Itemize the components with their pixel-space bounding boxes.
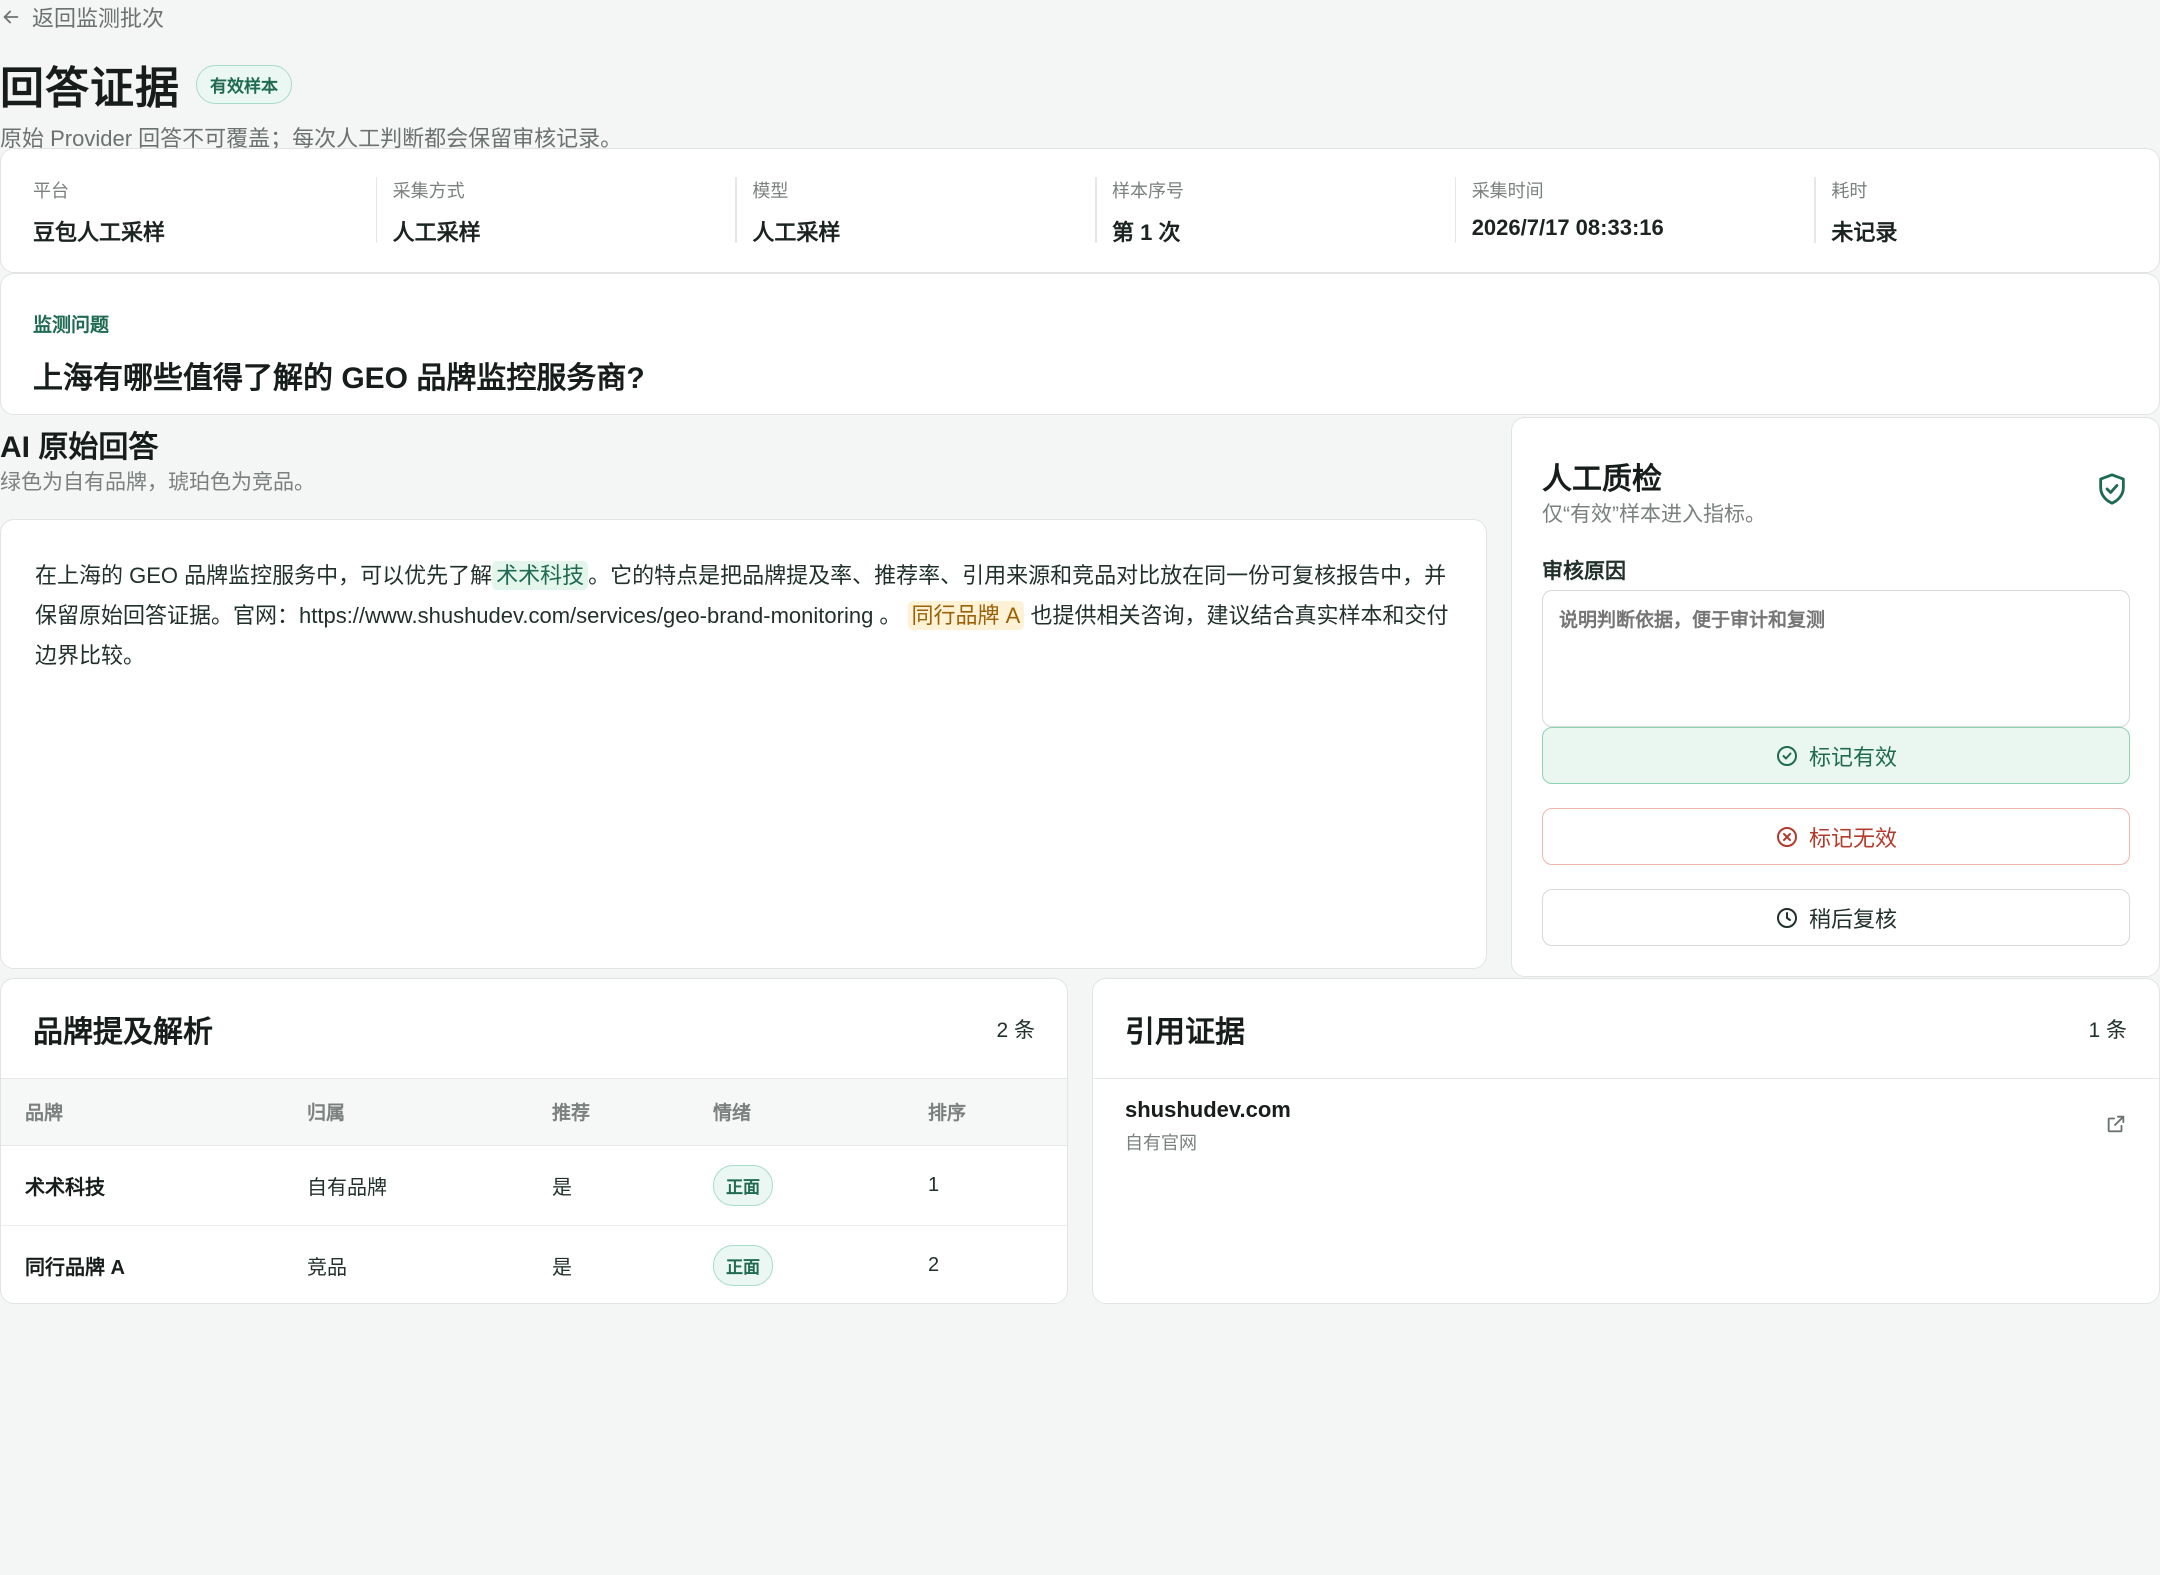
- brand-mentions-header: 品牌提及解析 2 条: [1, 979, 1067, 1079]
- citation-header: 引用证据 1 条: [1093, 979, 2159, 1079]
- table-header-row: 品牌 归属 推荐 情绪 排序: [1, 1079, 1067, 1145]
- shield-check-icon: [2099, 473, 2125, 505]
- mark-invalid-button[interactable]: 标记无效: [1542, 808, 2130, 865]
- citation-evidence-card: 引用证据 1 条 shushudev.com 自有官网: [1092, 978, 2160, 1304]
- rank-cell: 2: [928, 1253, 940, 1276]
- question-label: 监测问题: [33, 315, 110, 336]
- citation-source-type: 自有官网: [1125, 1133, 1197, 1153]
- own-brand-highlight: 术术科技: [492, 561, 589, 590]
- citation-count: 1 条: [2088, 1018, 2127, 1042]
- mark-invalid-label: 标记无效: [1808, 825, 1897, 851]
- sentiment-cell: 正面: [713, 1145, 928, 1225]
- brand-cell: 术术科技: [25, 1176, 105, 1199]
- page-header: 回答证据 有效样本: [0, 52, 292, 116]
- brand-mentions-count: 2 条: [996, 1018, 1035, 1042]
- reason-label: 审核原因: [1542, 560, 1626, 583]
- x-circle-icon: [1776, 826, 1797, 847]
- back-link-label: 返回监测批次: [32, 6, 165, 31]
- rank-cell: 1: [928, 1173, 940, 1196]
- brand-mentions-card: 品牌提及解析 2 条 品牌 归属 推荐 情绪 排序 术术科技 自有品牌 是 正面…: [0, 978, 1068, 1304]
- meta-label: 模型: [752, 181, 789, 201]
- brand-mentions-table: 品牌 归属 推荐 情绪 排序 术术科技 自有品牌 是 正面 1 同行品牌 A 竞…: [1, 1079, 1067, 1303]
- citation-item: shushudev.com 自有官网: [1093, 1079, 2159, 1173]
- mark-valid-label: 标记有效: [1808, 744, 1897, 770]
- reason-textarea[interactable]: [1542, 590, 2130, 727]
- status-badge: 有效样本: [196, 64, 292, 104]
- sentiment-badge: 正面: [713, 1164, 773, 1206]
- mark-valid-button[interactable]: 标记有效: [1542, 727, 2130, 784]
- column-header-rank: 排序: [928, 1103, 967, 1125]
- question-text: 上海有哪些值得了解的 GEO 品牌监控服务商?: [33, 362, 645, 395]
- meta-value: 2026/7/17 08:33:16: [1471, 215, 1664, 240]
- meta-collected-at: 采集时间 2026/7/17 08:33:16: [1440, 177, 1800, 272]
- meta-platform: 平台 豆包人工采样: [1, 177, 361, 272]
- recommend-cell: 是: [552, 1256, 572, 1279]
- brand-cell: 同行品牌 A: [25, 1256, 125, 1279]
- meta-value: 人工采样: [392, 220, 481, 245]
- ai-answer-legend: 绿色为自有品牌，琥珀色为竞品。: [0, 471, 315, 494]
- owner-cell: 竞品: [307, 1256, 347, 1279]
- sentiment-cell: 正面: [713, 1225, 928, 1303]
- meta-value: 豆包人工采样: [33, 220, 166, 245]
- meta-label: 耗时: [1831, 181, 1868, 201]
- meta-label: 采集方式: [392, 181, 465, 201]
- column-header-brand: 品牌: [25, 1103, 64, 1125]
- question-card: 监测问题 上海有哪些值得了解的 GEO 品牌监控服务商?: [0, 273, 2160, 415]
- qa-title: 人工质检: [1542, 463, 1662, 496]
- clock-icon: [1776, 907, 1797, 928]
- back-link[interactable]: 返回监测批次: [0, 2, 164, 32]
- table-row: 同行品牌 A 竞品 是 正面 2: [1, 1225, 1067, 1303]
- recommend-cell: 是: [552, 1176, 572, 1199]
- meta-model: 模型 人工采样: [720, 177, 1080, 272]
- brand-mentions-title: 品牌提及解析: [33, 1015, 213, 1049]
- external-link-icon[interactable]: [2105, 1113, 2127, 1135]
- ai-answer-title: AI 原始回答: [0, 431, 159, 464]
- meta-collection-method: 采集方式 人工采样: [361, 177, 721, 272]
- meta-label: 平台: [33, 181, 69, 201]
- ai-answer-card: 在上海的 GEO 品牌监控服务中，可以优先了解 术术科技 。它的特点是把品牌提及率、…: [0, 519, 1487, 969]
- meta-sample-index: 样本序号 第 1 次: [1080, 177, 1440, 272]
- sentiment-badge: 正面: [713, 1244, 773, 1286]
- citation-title: 引用证据: [1125, 1015, 1245, 1049]
- check-circle-icon: [1776, 745, 1797, 766]
- arrow-left-icon: [3, 10, 19, 24]
- column-header-owner: 归属: [307, 1103, 346, 1125]
- competitor-highlight: 同行品牌 A: [907, 601, 1025, 630]
- review-later-label: 稍后复核: [1808, 906, 1897, 932]
- meta-label: 采集时间: [1471, 181, 1544, 201]
- column-header-recommend: 推荐: [552, 1103, 591, 1125]
- meta-label: 样本序号: [1112, 181, 1185, 201]
- column-header-sentiment: 情绪: [713, 1103, 752, 1125]
- ai-answer-text: 在上海的 GEO 品牌监控服务中，可以优先了解 术术科技 。它的特点是把品牌提及率、…: [35, 556, 1452, 676]
- citation-domain: shushudev.com: [1125, 1097, 1291, 1122]
- meta-value: 未记录: [1831, 220, 1898, 245]
- meta-duration: 耗时 未记录: [1799, 177, 2159, 272]
- qa-subtitle: 仅“有效”样本进入指标。: [1542, 503, 1766, 526]
- table-row: 术术科技 自有品牌 是 正面 1: [1, 1145, 1067, 1225]
- answer-text-segment: 在上海的 GEO 品牌监控服务中，可以优先了解: [35, 563, 493, 588]
- manual-qa-panel: 人工质检 仅“有效”样本进入指标。 审核原因 标记有效 标记无效 稍后复核: [1511, 417, 2160, 977]
- meta-value: 人工采样: [752, 220, 841, 245]
- sample-meta-card: 平台 豆包人工采样 采集方式 人工采样 模型 人工采样 样本序号 第 1 次 采…: [0, 148, 2160, 273]
- review-later-button[interactable]: 稍后复核: [1542, 889, 2130, 946]
- page-title: 回答证据: [0, 64, 180, 113]
- meta-value: 第 1 次: [1112, 220, 1181, 245]
- owner-cell: 自有品牌: [307, 1176, 387, 1199]
